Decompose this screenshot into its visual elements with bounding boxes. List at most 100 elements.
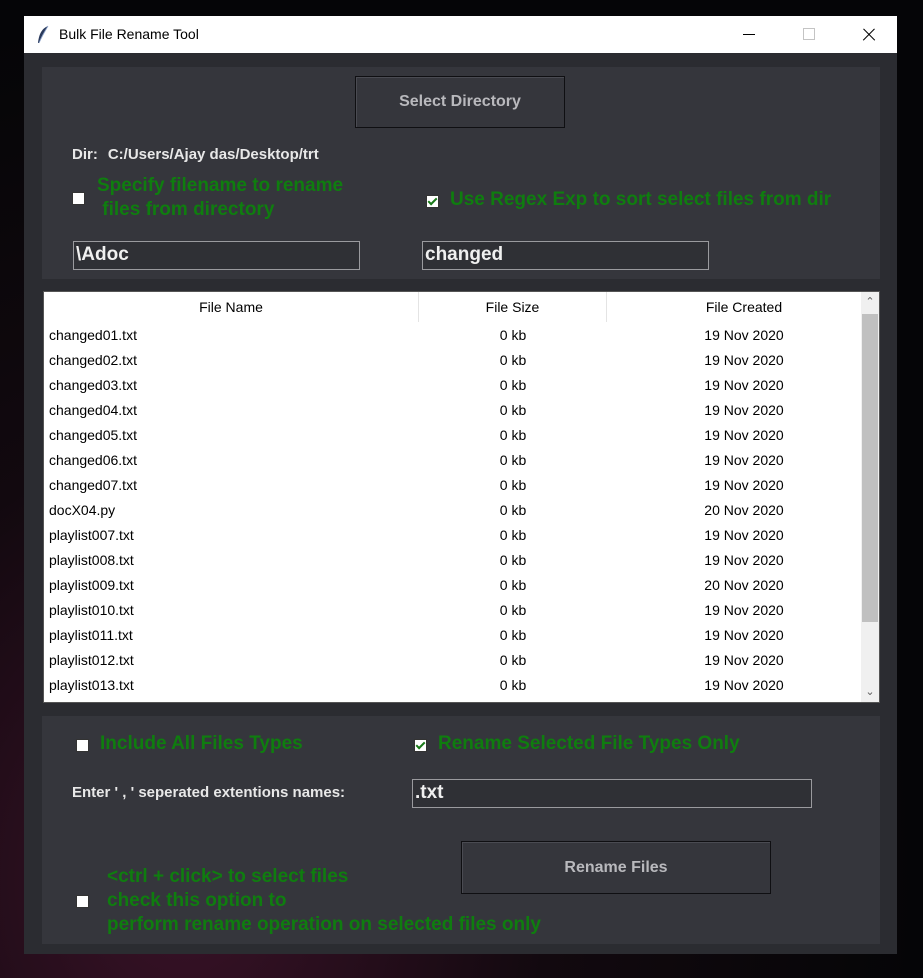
cell-file-created: 19 Nov 2020 xyxy=(704,327,784,343)
scroll-down-arrow-icon[interactable]: ⌄ xyxy=(864,686,876,698)
select-directory-button[interactable]: Select Directory xyxy=(355,76,565,128)
cell-file-name: changed05.txt xyxy=(49,427,137,443)
cell-file-created: 19 Nov 2020 xyxy=(704,352,784,368)
scrollbar-thumb[interactable] xyxy=(862,314,878,622)
cell-file-created: 19 Nov 2020 xyxy=(704,452,784,468)
specify-filename-label: Specify filename to rename files from di… xyxy=(97,174,343,222)
cell-file-name: changed02.txt xyxy=(49,352,137,368)
use-regex-checkbox[interactable] xyxy=(426,195,439,208)
cell-file-size: 0 kb xyxy=(499,377,527,393)
cell-file-created: 19 Nov 2020 xyxy=(704,527,784,543)
cell-file-created: 19 Nov 2020 xyxy=(704,402,784,418)
cell-file-size: 0 kb xyxy=(499,427,527,443)
cell-file-name: playlist007.txt xyxy=(49,527,134,543)
window-title: Bulk File Rename Tool xyxy=(59,26,199,42)
include-all-types-label: Include All Files Types xyxy=(100,733,303,754)
cell-file-name: docX04.py xyxy=(49,502,116,518)
cell-file-name: playlist009.txt xyxy=(49,577,134,593)
table-row[interactable]: docX04.py 0 kb 20 Nov 2020 xyxy=(44,498,862,523)
cell-file-created: 19 Nov 2020 xyxy=(704,552,784,568)
feather-icon xyxy=(38,25,49,44)
specify-filename-checkbox[interactable] xyxy=(72,192,85,205)
file-table[interactable]: File Name File Size File Created changed… xyxy=(43,291,880,703)
cell-file-size: 0 kb xyxy=(499,452,527,468)
table-row[interactable]: changed02.txt 0 kb 19 Nov 2020 xyxy=(44,348,862,373)
cell-file-name: playlist011.txt xyxy=(49,627,133,643)
cell-file-size: 0 kb xyxy=(499,477,527,493)
selected-only-checkbox[interactable] xyxy=(76,895,89,908)
table-row[interactable]: playlist012.txt 0 kb 19 Nov 2020 xyxy=(44,648,862,673)
table-row[interactable]: changed05.txt 0 kb 19 Nov 2020 xyxy=(44,423,862,448)
specify-filename-line1: Specify filename to rename xyxy=(97,175,344,196)
close-button[interactable] xyxy=(839,16,897,53)
table-row[interactable]: playlist011.txt 0 kb 19 Nov 2020 xyxy=(44,623,862,648)
cell-file-size: 0 kb xyxy=(499,402,527,418)
cell-file-created: 19 Nov 2020 xyxy=(704,377,784,393)
table-row[interactable]: playlist013.txt 0 kb 19 Nov 2020 xyxy=(44,673,862,698)
cell-file-name: changed04.txt xyxy=(49,402,137,418)
cell-file-name: playlist010.txt xyxy=(49,602,134,618)
table-header: File Name File Size File Created xyxy=(44,292,862,322)
cell-file-size: 0 kb xyxy=(499,352,527,368)
cell-file-name: playlist012.txt xyxy=(49,652,134,668)
cell-file-name: changed06.txt xyxy=(49,452,137,468)
table-row[interactable]: changed03.txt 0 kb 19 Nov 2020 xyxy=(44,373,862,398)
table-row[interactable]: playlist008.txt 0 kb 19 Nov 2020 xyxy=(44,548,862,573)
cell-file-name: changed01.txt xyxy=(49,327,137,343)
dir-prefix: Dir: xyxy=(72,146,98,163)
cell-file-created: 19 Nov 2020 xyxy=(704,652,784,668)
table-row[interactable]: playlist009.txt 0 kb 20 Nov 2020 xyxy=(44,573,862,598)
cell-file-size: 0 kb xyxy=(499,502,527,518)
column-header-file-created[interactable]: File Created xyxy=(607,292,879,322)
specify-filename-line2: files from directory xyxy=(97,199,275,220)
cell-file-size: 0 kb xyxy=(499,552,527,568)
cell-file-created: 19 Nov 2020 xyxy=(704,602,784,618)
cell-file-created: 19 Nov 2020 xyxy=(704,677,784,693)
cell-file-size: 0 kb xyxy=(499,527,527,543)
cell-file-created: 19 Nov 2020 xyxy=(704,477,784,493)
rename-selected-types-checkbox[interactable] xyxy=(414,739,427,752)
include-all-types-checkbox[interactable] xyxy=(76,739,89,752)
table-row[interactable]: changed06.txt 0 kb 19 Nov 2020 xyxy=(44,448,862,473)
title-bar: Bulk File Rename Tool xyxy=(24,16,897,53)
table-rows: changed01.txt 0 kb 19 Nov 2020 changed02.tx… xyxy=(44,323,862,698)
table-row[interactable]: playlist007.txt 0 kb 19 Nov 2020 xyxy=(44,523,862,548)
extensions-label: Enter ' , ' seperated extentions names: xyxy=(72,784,346,801)
cell-file-created: 20 Nov 2020 xyxy=(704,502,784,518)
app-window: Bulk File Rename Tool Select Directory D… xyxy=(24,16,897,954)
selected-only-line1: <ctrl + click> to select files xyxy=(107,866,349,887)
scroll-up-arrow-icon[interactable]: ⌃ xyxy=(864,296,876,308)
column-header-file-size[interactable]: File Size xyxy=(419,292,607,322)
table-row[interactable]: changed01.txt 0 kb 19 Nov 2020 xyxy=(44,323,862,348)
table-row[interactable]: playlist010.txt 0 kb 19 Nov 2020 xyxy=(44,598,862,623)
extensions-input[interactable]: .txt xyxy=(412,779,812,808)
cell-file-size: 0 kb xyxy=(499,652,527,668)
maximize-button[interactable] xyxy=(780,16,838,53)
cell-file-size: 0 kb xyxy=(499,327,527,343)
rename-selected-types-label: Rename Selected File Types Only xyxy=(438,733,740,754)
use-regex-label: Use Regex Exp to sort select files from … xyxy=(450,189,832,210)
selected-only-label: <ctrl + click> to select files check thi… xyxy=(107,865,541,937)
cell-file-size: 0 kb xyxy=(499,627,527,643)
cell-file-created: 20 Nov 2020 xyxy=(704,577,784,593)
selected-only-line3: perform rename operation on selected fil… xyxy=(107,914,541,935)
cell-file-name: playlist013.txt xyxy=(49,677,134,693)
dir-path: C:/Users/Ajay das/Desktop/trt xyxy=(107,146,319,163)
table-scrollbar[interactable]: ⌃ ⌄ xyxy=(861,292,879,702)
regex-input[interactable]: changed xyxy=(422,241,709,270)
cell-file-created: 19 Nov 2020 xyxy=(704,627,784,643)
table-row[interactable]: changed07.txt 0 kb 19 Nov 2020 xyxy=(44,473,862,498)
directory-path: Dir: C:/Users/Ajay das/Desktop/trt xyxy=(72,146,329,163)
filename-input[interactable]: \Adoc xyxy=(73,241,360,270)
cell-file-created: 19 Nov 2020 xyxy=(704,427,784,443)
cell-file-name: playlist008.txt xyxy=(49,552,134,568)
cell-file-name: changed03.txt xyxy=(49,377,137,393)
column-header-file-name[interactable]: File Name xyxy=(44,292,419,322)
minimize-button[interactable] xyxy=(721,16,779,53)
cell-file-size: 0 kb xyxy=(499,677,527,693)
table-row[interactable]: changed04.txt 0 kb 19 Nov 2020 xyxy=(44,398,862,423)
cell-file-size: 0 kb xyxy=(499,577,527,593)
selected-only-line2: check this option to xyxy=(107,890,287,911)
cell-file-size: 0 kb xyxy=(499,602,527,618)
cell-file-name: changed07.txt xyxy=(49,477,137,493)
